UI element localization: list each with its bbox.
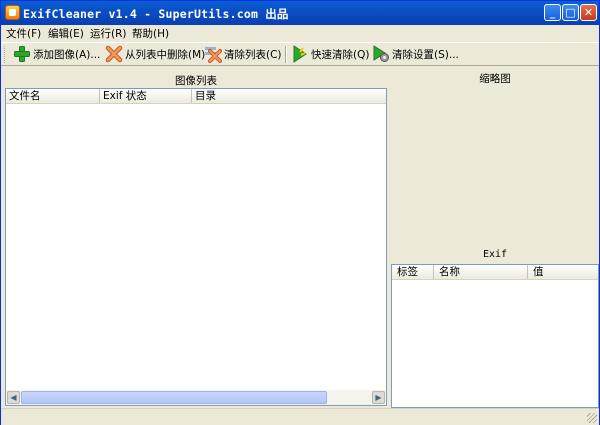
image-list-header: 文件名 Exif 状态 目录 (6, 89, 386, 104)
remove-from-list-button[interactable]: 从列表中删除(M) (105, 44, 205, 64)
add-image-button[interactable]: 添加图像(A)... (13, 44, 103, 64)
column-name[interactable]: 名称 (434, 265, 528, 279)
column-filename[interactable]: 文件名 (6, 89, 100, 103)
maximize-button[interactable]: □ (562, 4, 579, 21)
column-value[interactable]: 值 (528, 265, 598, 279)
column-exif-status[interactable]: Exif 状态 (100, 89, 192, 103)
clean-settings-icon (373, 45, 389, 62)
toolbar-grip[interactable] (4, 46, 8, 63)
clear-list-label: 清除列表(C) (224, 49, 282, 61)
scroll-right-button[interactable]: ▶ (372, 391, 385, 404)
status-bar (1, 408, 599, 425)
add-plus-icon (14, 46, 30, 62)
close-button[interactable]: ✕ (580, 4, 597, 21)
minimize-button[interactable]: _ (544, 4, 561, 21)
clear-list-button[interactable]: 清除列表(C) (204, 44, 282, 64)
exif-title: Exif (482, 249, 508, 260)
title-bar[interactable]: ExifCleaner v1.4 - SuperUtils.com 出品 _ □… (1, 1, 599, 25)
clean-settings-button[interactable]: 清除设置(S)... (372, 44, 459, 64)
scroll-left-button[interactable]: ◀ (7, 391, 20, 404)
image-list-title: 图像列表 (175, 75, 217, 87)
quick-clean-button[interactable]: 快速清除(Q) (291, 44, 370, 64)
exif-list-header: 标签 名称 值 (392, 265, 598, 280)
scroll-thumb[interactable] (21, 391, 327, 404)
column-directory[interactable]: 目录 (192, 89, 386, 103)
menu-bar: 文件(F) 编辑(E) 运行(R) 帮助(H) (1, 25, 599, 42)
menu-edit[interactable]: 编辑(E) (48, 26, 84, 41)
clean-settings-label: 清除设置(S)... (392, 49, 459, 61)
quick-clean-icon (293, 45, 307, 63)
column-tag[interactable]: 标签 (392, 265, 434, 279)
window-title: ExifCleaner v1.4 - SuperUtils.com 出品 (23, 7, 289, 21)
menu-help[interactable]: 帮助(H) (132, 26, 169, 41)
app-window: ExifCleaner v1.4 - SuperUtils.com 出品 _ □… (0, 0, 600, 425)
menu-file[interactable]: 文件(F) (6, 26, 41, 41)
exif-list[interactable]: 标签 名称 值 (391, 264, 599, 408)
image-list[interactable]: 文件名 Exif 状态 目录 ◀ ▶ (5, 88, 387, 406)
image-list-hscrollbar[interactable]: ◀ ▶ (6, 390, 386, 405)
add-image-label: 添加图像(A)... (33, 49, 101, 61)
toolbar: 添加图像(A)... 从列表中删除(M) 清除列表(C) 快速清除(Q) 清除设… (1, 42, 599, 66)
menu-run[interactable]: 运行(R) (90, 26, 127, 41)
remove-x-icon (105, 45, 123, 63)
thumbnail-area (391, 83, 599, 243)
clear-list-icon (205, 47, 222, 63)
app-icon (5, 5, 20, 20)
quick-clean-label: 快速清除(Q) (311, 49, 370, 61)
resize-grip[interactable] (587, 413, 597, 423)
toolbar-separator (285, 46, 287, 63)
remove-from-list-label: 从列表中删除(M) (125, 49, 206, 61)
